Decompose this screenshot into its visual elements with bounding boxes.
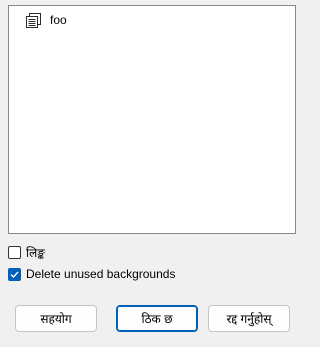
ok-button[interactable]: ठिक छ: [116, 305, 198, 332]
delete-unused-backgrounds-option[interactable]: Delete unused backgrounds: [8, 266, 175, 282]
list-item-label: foo: [50, 13, 67, 27]
link-option[interactable]: लिङ्क: [8, 244, 45, 260]
list-item[interactable]: foo: [25, 11, 67, 29]
delete-unused-backgrounds-label: Delete unused backgrounds: [26, 267, 176, 281]
delete-unused-backgrounds-checkbox[interactable]: [8, 267, 21, 281]
document-list-icon: [25, 12, 42, 28]
link-checkbox[interactable]: [8, 245, 21, 259]
help-button[interactable]: सहयोग: [15, 305, 97, 332]
checkmark-icon: [10, 271, 19, 278]
link-checkbox-label: लिङ्क: [26, 245, 45, 260]
item-list[interactable]: foo: [8, 5, 296, 234]
cancel-button[interactable]: रद्द गर्नुहोस्: [208, 305, 290, 332]
